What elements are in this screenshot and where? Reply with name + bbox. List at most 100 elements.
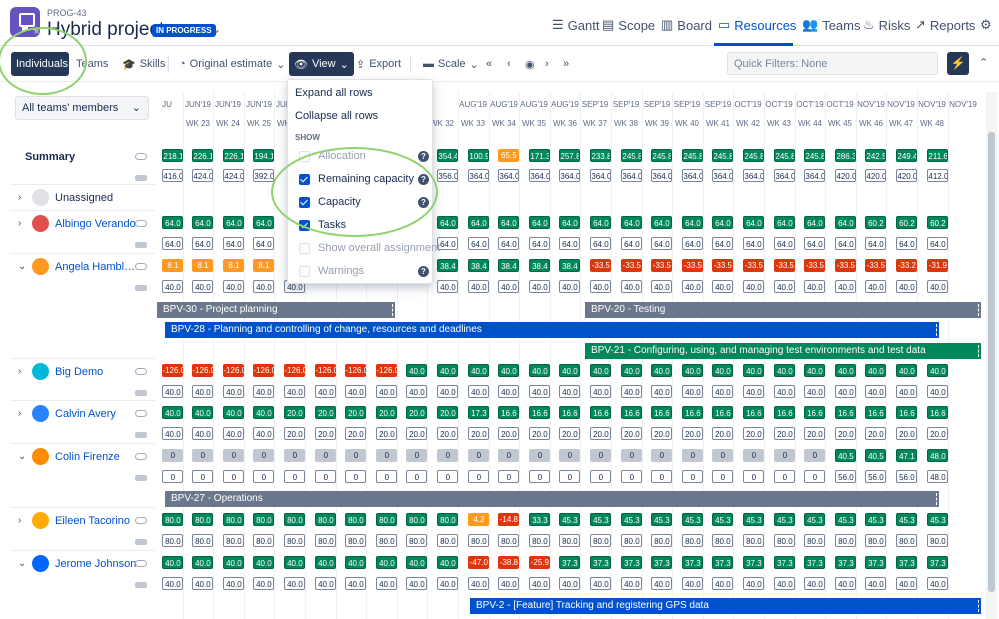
person-name[interactable]: Jerome Johnson (55, 558, 136, 570)
individuals-button[interactable]: Individuals (11, 52, 69, 76)
person-row[interactable]: › Albingo Verando (18, 215, 136, 232)
person-name[interactable]: Colin Firenze (55, 451, 120, 463)
task-bar[interactable]: BPV-21 - Configuring, using, and managin… (585, 343, 981, 359)
option-checkbox[interactable] (299, 174, 310, 185)
person-row[interactable]: › Unassigned (18, 189, 113, 206)
option-label[interactable]: Remaining capacity (318, 173, 414, 185)
tab-gantt[interactable]: ☰ Gantt (552, 17, 599, 33)
person-row[interactable]: › Big Demo (18, 363, 103, 380)
toggle-icon[interactable] (135, 153, 147, 160)
members-select[interactable]: All teams' members ⌄ (15, 96, 149, 120)
toggle-icon[interactable] (135, 453, 147, 460)
capacity-cell: 80.0 (223, 513, 245, 526)
tab-teams[interactable]: 👥 Teams (802, 17, 860, 33)
toggle-icon[interactable] (135, 410, 147, 417)
scrollbar-thumb[interactable] (988, 132, 995, 592)
toggle-icon[interactable] (135, 263, 147, 270)
task-bar[interactable]: BPV-20 - Testing (585, 302, 981, 318)
help-icon[interactable]: ? (418, 151, 429, 162)
expand-chevron-icon[interactable]: ⌄ (18, 261, 26, 272)
project-key[interactable]: PROG-43 (47, 8, 87, 18)
tab-board[interactable]: ▥ Board (661, 17, 712, 33)
option-label[interactable]: Warnings (318, 265, 364, 277)
person-name[interactable]: Angela Hamblet... (55, 261, 137, 273)
month-header: NOV'19 (918, 100, 946, 109)
person-row[interactable]: ⌄ Angela Hamblet... (18, 258, 137, 275)
last-page-button[interactable]: » (558, 52, 574, 76)
toggle-icon[interactable] (135, 517, 147, 524)
toggle-icon[interactable] (135, 220, 147, 227)
today-button[interactable]: ◉ (520, 52, 540, 76)
export-button[interactable]: ⇪ Export (351, 52, 406, 76)
view-dropdown[interactable]: 👁 View ⌄ (289, 52, 354, 76)
capacity-cell: -38.8 (498, 556, 520, 569)
capacity-cell: 0 (468, 449, 490, 462)
first-page-button[interactable]: « (481, 52, 497, 76)
option-label[interactable]: Tasks (318, 219, 346, 231)
task-bar[interactable]: BPV-2 - [Feature] Tracking and registeri… (470, 598, 981, 614)
help-icon[interactable]: ? (418, 197, 429, 208)
avatar (32, 215, 49, 232)
previous-button[interactable]: ‹ (502, 52, 516, 76)
expand-chevron-icon[interactable]: › (18, 192, 26, 203)
capacity-cell: 45.3 (896, 513, 918, 526)
week-header: WK 46 (858, 119, 883, 128)
person-name[interactable]: Big Demo (55, 366, 103, 378)
toggle-icon[interactable] (135, 560, 147, 567)
option-checkbox[interactable] (299, 220, 310, 231)
capacity-cell: -126.0 (376, 364, 398, 377)
help-icon[interactable]: ? (418, 266, 429, 277)
person-name[interactable]: Eileen Tacorino (55, 515, 130, 527)
toggle-icon[interactable] (135, 368, 147, 375)
expand-chevron-icon[interactable]: ⌄ (18, 451, 26, 462)
capacity-cell: 245.8 (743, 149, 765, 162)
task-bar[interactable]: BPV-30 - Project planning (157, 302, 395, 318)
star-icon[interactable]: ★ (32, 26, 41, 37)
task-bar[interactable]: BPV-28 - Planning and controlling of cha… (165, 322, 939, 338)
expand-all-rows[interactable]: Expand all rows (295, 87, 373, 99)
person-name[interactable]: Calvin Avery (55, 408, 116, 420)
person-row[interactable]: ⌄ Jerome Johnson (18, 555, 136, 572)
lightning-icon[interactable]: ⚡ (947, 52, 969, 75)
capacity-cell: 64.0 (743, 216, 765, 229)
expand-chevron-icon[interactable]: › (18, 366, 26, 377)
option-checkbox[interactable] (299, 197, 310, 208)
capacity-cell: 0 (192, 449, 214, 462)
chevron-up-icon[interactable]: ⌃ (979, 56, 988, 69)
tab-resources[interactable]: ▭ Resources (718, 17, 796, 33)
settings-gear-icon[interactable]: ⚙ (980, 17, 992, 33)
expand-chevron-icon[interactable]: › (18, 515, 26, 526)
month-header: NOV'19 (887, 100, 915, 109)
option-label[interactable]: Show overall assignment (318, 242, 440, 254)
option-checkbox[interactable] (299, 266, 310, 277)
option-label[interactable]: Allocation (318, 150, 366, 162)
skills-button[interactable]: 🎓 Skills (117, 52, 170, 76)
estimate-dropdown[interactable]: ◔ Original estimate ⌄ (174, 52, 290, 76)
option-checkbox[interactable] (299, 243, 310, 254)
chevron-down-icon[interactable]: ⌄ (211, 22, 221, 36)
option-checkbox[interactable] (299, 151, 310, 162)
capacity-cell: 211.6 (927, 149, 949, 162)
person-name[interactable]: Albingo Verando (55, 218, 136, 230)
capacity-cell: 40.0 (253, 577, 275, 590)
person-row[interactable]: ⌄ Colin Firenze (18, 448, 120, 465)
capacity-cell: 45.3 (712, 513, 734, 526)
person-name[interactable]: Unassigned (55, 192, 113, 204)
person-row[interactable]: › Calvin Avery (18, 405, 116, 422)
scale-dropdown[interactable]: ▬ Scale ⌄ (418, 52, 484, 76)
tab-reports[interactable]: ↗ Reports (915, 17, 975, 33)
tab-scope[interactable]: ▤ Scope (602, 17, 655, 33)
option-label[interactable]: Capacity (318, 196, 361, 208)
help-icon[interactable]: ? (418, 174, 429, 185)
collapse-all-rows[interactable]: Collapse all rows (295, 110, 378, 122)
quick-filters-input[interactable]: Quick Filters: None (727, 52, 938, 75)
expand-chevron-icon[interactable]: › (18, 408, 26, 419)
tab-risks[interactable]: ♨ Risks (863, 17, 910, 33)
project-title[interactable]: Hybrid project (47, 19, 164, 41)
task-bar[interactable]: BPV-27 - Operations (165, 491, 939, 507)
next-button[interactable]: › (540, 52, 554, 76)
person-row[interactable]: › Eileen Tacorino (18, 512, 130, 529)
expand-chevron-icon[interactable]: ⌄ (18, 558, 26, 569)
teams-button[interactable]: Teams (71, 52, 113, 76)
expand-chevron-icon[interactable]: › (18, 218, 26, 229)
